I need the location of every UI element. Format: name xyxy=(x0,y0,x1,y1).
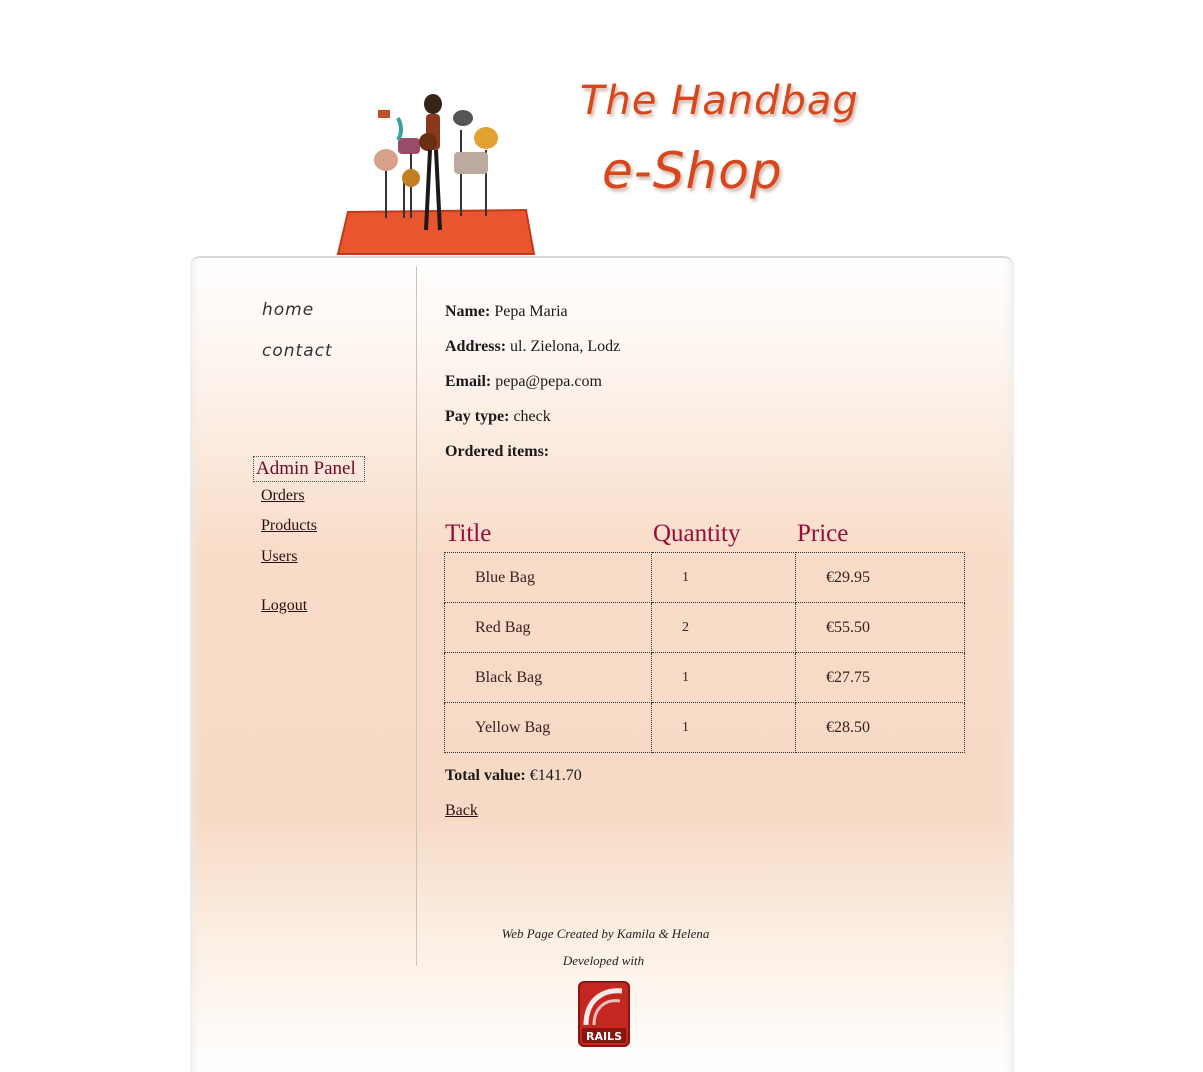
ordered-items-table: Blue Bag 1 €29.95 Red Bag 2 €55.50 Black… xyxy=(444,552,965,753)
order-total: Total value: €141.70 xyxy=(445,767,582,785)
table-row: Red Bag 2 €55.50 xyxy=(444,602,965,653)
column-header-price: Price xyxy=(797,520,849,547)
item-title: Black Bag xyxy=(444,652,652,703)
item-price: €28.50 xyxy=(795,702,965,753)
item-quantity: 1 xyxy=(651,652,796,703)
item-price: €29.95 xyxy=(795,552,965,603)
item-quantity: 2 xyxy=(651,602,796,653)
column-header-quantity: Quantity xyxy=(653,520,741,547)
item-price: €55.50 xyxy=(795,602,965,653)
item-quantity: 1 xyxy=(651,552,796,603)
table-row: Blue Bag 1 €29.95 xyxy=(444,552,965,603)
pay-type-value: check xyxy=(513,408,551,425)
sidebar-link-products[interactable]: Products xyxy=(261,517,317,535)
rails-logo-text: RAILS xyxy=(586,1030,622,1043)
item-title: Yellow Bag xyxy=(444,702,652,753)
item-title: Red Bag xyxy=(444,602,652,653)
table-row: Yellow Bag 1 €28.50 xyxy=(444,702,965,753)
sidebar-link-users[interactable]: Users xyxy=(261,548,297,566)
shop-banner-illustration xyxy=(336,94,536,255)
order-name-field: Name: Pepa Maria xyxy=(445,303,568,321)
nav-contact-link[interactable]: contact xyxy=(262,341,333,361)
footer-developed-with: Developed with xyxy=(562,953,645,968)
sidebar-link-orders[interactable]: Orders xyxy=(261,487,305,505)
item-quantity: 1 xyxy=(651,702,796,753)
footer-credit: Web Page Created by Kamila & Helena xyxy=(501,926,710,941)
sidebar-divider xyxy=(416,266,417,966)
item-title: Blue Bag xyxy=(444,552,652,603)
address-label: Address: xyxy=(445,338,507,355)
name-label: Name: xyxy=(445,303,491,320)
nav-home-link[interactable]: home xyxy=(262,300,314,320)
item-price: €27.75 xyxy=(795,652,965,703)
ordered-items-heading: Ordered items: xyxy=(445,443,549,461)
admin-panel-heading: Admin Panel xyxy=(253,456,365,482)
rails-logo-icon[interactable]: RAILS xyxy=(578,981,630,1047)
order-pay-type-field: Pay type: check xyxy=(445,408,551,426)
brand-title-line-1: The Handbag xyxy=(580,78,859,124)
total-label: Total value: xyxy=(445,767,526,784)
ordered-items-label: Ordered items: xyxy=(445,443,550,460)
order-email-field: Email: pepa@pepa.com xyxy=(445,373,602,391)
email-label: Email: xyxy=(445,373,492,390)
name-value: Pepa Maria xyxy=(494,303,568,320)
email-value: pepa@pepa.com xyxy=(495,373,602,390)
brand-title-line-2: e-Shop xyxy=(602,142,783,200)
total-value: €141.70 xyxy=(529,767,582,784)
address-value: ul. Zielona, Lodz xyxy=(510,338,621,355)
order-address-field: Address: ul. Zielona, Lodz xyxy=(445,338,620,356)
table-row: Black Bag 1 €27.75 xyxy=(444,652,965,703)
logout-link[interactable]: Logout xyxy=(261,597,307,615)
back-link[interactable]: Back xyxy=(445,802,478,820)
column-header-title: Title xyxy=(445,520,492,547)
pay-type-label: Pay type: xyxy=(445,408,510,425)
